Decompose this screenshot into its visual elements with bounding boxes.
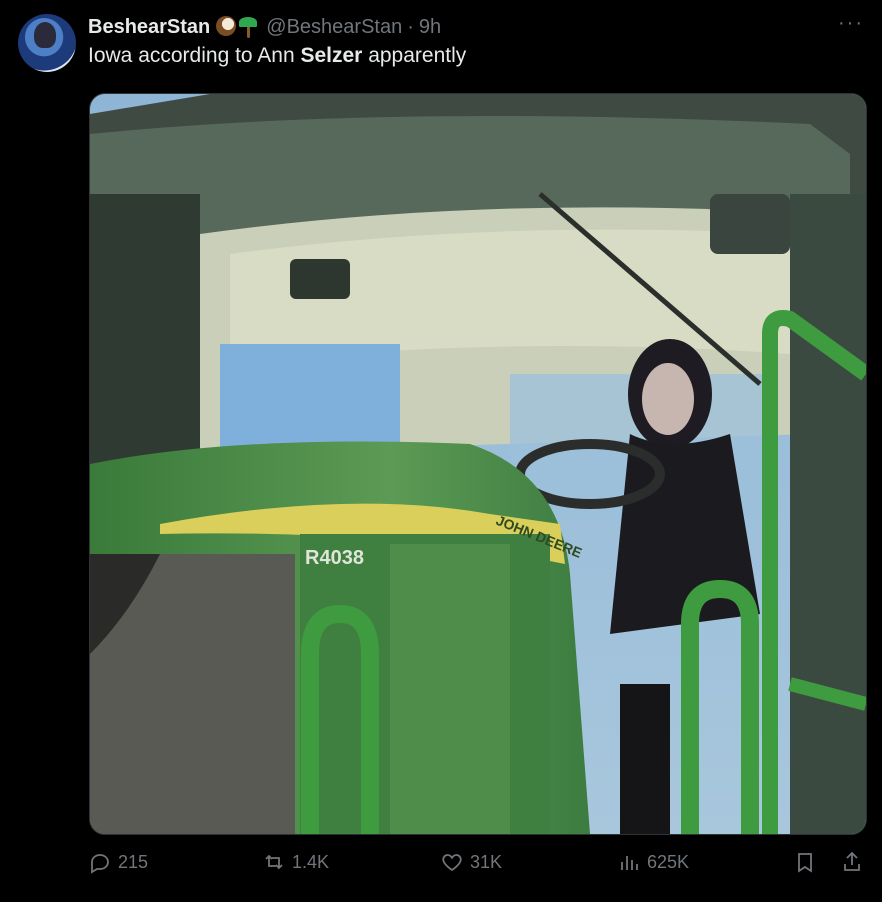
tweet-text-end: apparently <box>362 44 467 67</box>
timestamp[interactable]: 9h <box>419 16 441 39</box>
view-count: 625K <box>647 851 690 872</box>
share-icon <box>844 851 860 871</box>
avatar[interactable] <box>18 14 76 72</box>
tweet-media-image[interactable]: R4038 JOHN DEERE <box>89 93 867 835</box>
more-options-button[interactable]: ··· <box>838 12 864 35</box>
repost-button[interactable]: 1.4K <box>262 850 329 874</box>
tweet-text-bold: Selzer <box>300 44 363 67</box>
reply-button[interactable]: 215 <box>88 850 148 874</box>
handle[interactable]: @BeshearStan <box>266 16 402 39</box>
name-emoji <box>216 16 258 38</box>
heart-icon <box>442 854 462 872</box>
tweet-text-start: Iowa according to Ann <box>88 44 301 67</box>
display-name[interactable]: BeshearStan <box>88 16 210 39</box>
reply-count: 215 <box>118 851 149 872</box>
coconut-icon <box>216 16 237 36</box>
tweet-text: Iowa according to Ann Selzer apparently <box>88 44 466 68</box>
reply-icon <box>91 854 109 874</box>
separator-dot: · <box>407 15 414 38</box>
views-chart-icon <box>621 856 638 870</box>
action-bar: 215 1.4K 31K 625K <box>0 850 882 886</box>
bookmark-button[interactable] <box>793 850 817 874</box>
repost-icon <box>265 854 283 870</box>
views-button[interactable]: 625K <box>617 850 689 874</box>
share-button[interactable] <box>840 850 864 874</box>
like-button[interactable]: 31K <box>440 850 502 874</box>
repost-count: 1.4K <box>292 851 330 872</box>
like-count: 31K <box>470 851 503 872</box>
palm-tree-icon <box>238 16 258 38</box>
tweet-header: BeshearStan @BeshearStan · 9h <box>88 12 862 42</box>
model-badge-text: R4038 <box>305 547 364 569</box>
tractor-cab-photo: R4038 JOHN DEERE <box>90 94 866 834</box>
bookmark-icon <box>798 853 812 873</box>
